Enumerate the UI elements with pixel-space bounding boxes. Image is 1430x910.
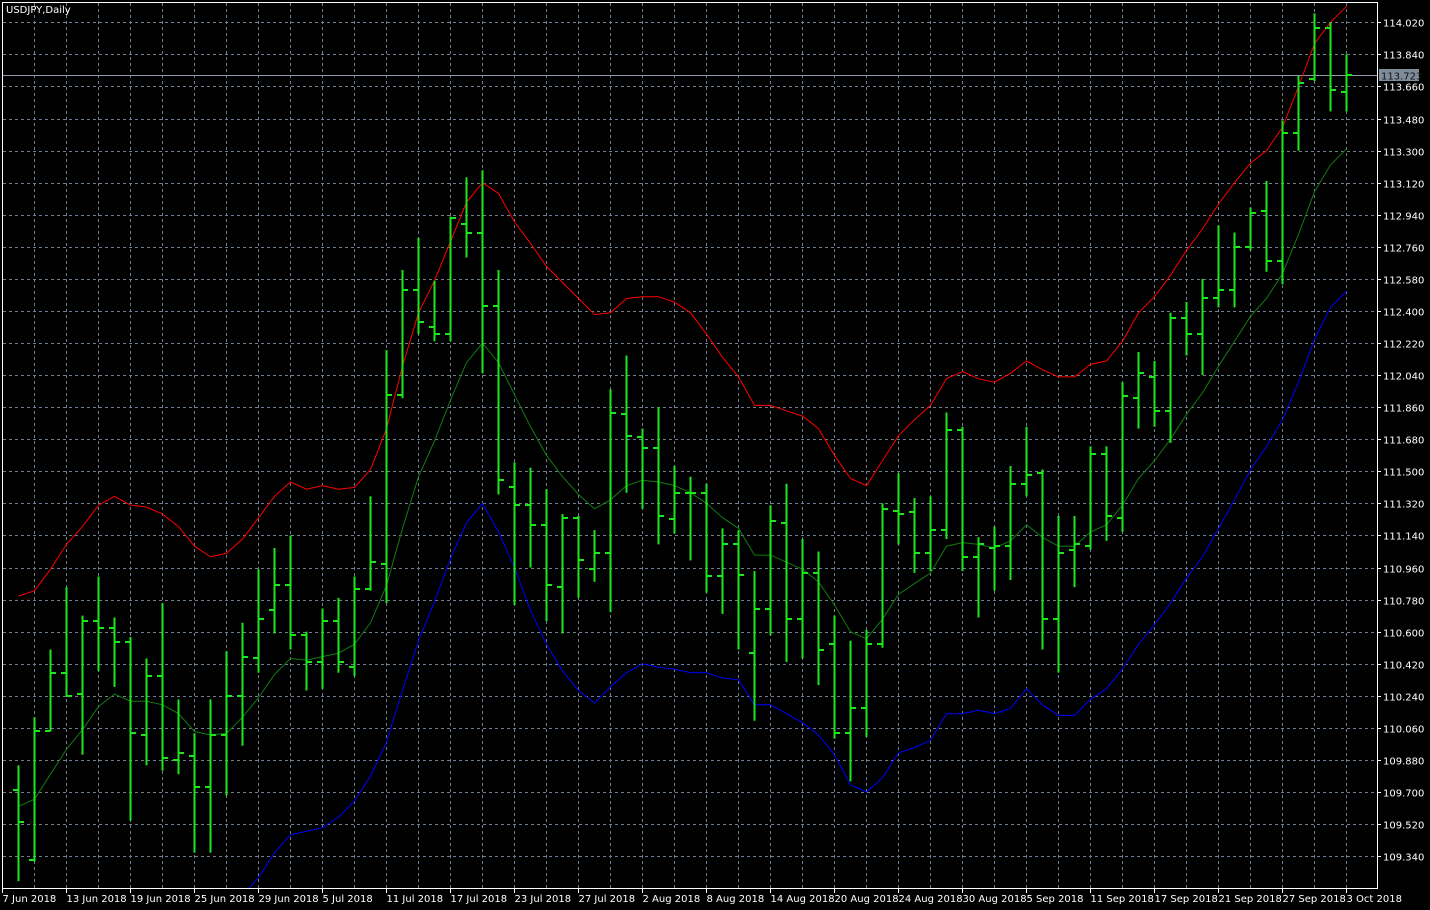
y-tick-label: 112.760 bbox=[1383, 244, 1424, 255]
current-price-tag: 113.723 bbox=[1379, 69, 1422, 83]
x-tick-label: 3 Oct 2018 bbox=[1347, 894, 1402, 905]
x-tick-label: 17 Jul 2018 bbox=[451, 894, 508, 905]
y-tick-label: 109.700 bbox=[1383, 789, 1424, 800]
x-tick-label: 8 Aug 2018 bbox=[707, 894, 765, 905]
y-tick-label: 111.500 bbox=[1383, 468, 1424, 479]
y-tick-label: 112.940 bbox=[1383, 212, 1424, 223]
y-tick-label: 110.960 bbox=[1383, 565, 1424, 576]
y-tick-label: 110.780 bbox=[1383, 597, 1424, 608]
x-tick-label: 21 Sep 2018 bbox=[1219, 894, 1282, 905]
y-tick-label: 111.320 bbox=[1383, 500, 1424, 511]
y-tick-label: 113.660 bbox=[1383, 83, 1424, 94]
y-tick-label: 109.880 bbox=[1383, 757, 1424, 768]
y-tick-label: 109.520 bbox=[1383, 821, 1424, 832]
y-tick-label: 110.060 bbox=[1383, 725, 1424, 736]
y-tick-label: 112.040 bbox=[1383, 372, 1424, 383]
x-tick-label: 7 Jun 2018 bbox=[3, 894, 57, 905]
x-tick-label: 25 Jun 2018 bbox=[195, 894, 255, 905]
y-tick-label: 109.340 bbox=[1383, 853, 1424, 864]
x-tick-label: 20 Aug 2018 bbox=[835, 894, 899, 905]
y-tick-label: 112.580 bbox=[1383, 276, 1424, 287]
y-tick-label: 110.600 bbox=[1383, 629, 1424, 640]
x-tick-label: 27 Sep 2018 bbox=[1283, 894, 1346, 905]
x-tick-label: 14 Aug 2018 bbox=[771, 894, 835, 905]
y-tick-label: 114.020 bbox=[1383, 19, 1424, 30]
x-tick-label: 27 Jul 2018 bbox=[579, 894, 636, 905]
x-tick-label: 11 Jul 2018 bbox=[387, 894, 444, 905]
current-price-label: 113.723 bbox=[1381, 72, 1422, 83]
y-tick-label: 112.400 bbox=[1383, 308, 1424, 319]
y-tick-label: 110.420 bbox=[1383, 661, 1424, 672]
y-tick-label: 113.480 bbox=[1383, 116, 1424, 127]
y-tick-label: 111.860 bbox=[1383, 404, 1424, 415]
x-tick-label: 19 Jun 2018 bbox=[131, 894, 191, 905]
chart-background bbox=[0, 0, 1430, 910]
y-tick-label: 111.680 bbox=[1383, 436, 1424, 447]
y-tick-label: 111.140 bbox=[1383, 532, 1424, 543]
y-tick-label: 110.240 bbox=[1383, 693, 1424, 704]
x-tick-label: 11 Sep 2018 bbox=[1091, 894, 1154, 905]
y-tick-label: 113.120 bbox=[1383, 180, 1424, 191]
y-tick-label: 113.300 bbox=[1383, 148, 1424, 159]
x-tick-label: 5 Sep 2018 bbox=[1027, 894, 1084, 905]
x-tick-label: 17 Sep 2018 bbox=[1155, 894, 1218, 905]
x-tick-label: 29 Jun 2018 bbox=[259, 894, 319, 905]
x-tick-label: 5 Jul 2018 bbox=[323, 894, 373, 905]
y-tick-label: 112.220 bbox=[1383, 340, 1424, 351]
x-tick-label: 24 Aug 2018 bbox=[899, 894, 963, 905]
x-tick-label: 23 Jul 2018 bbox=[515, 894, 572, 905]
y-tick-label: 113.840 bbox=[1383, 51, 1424, 62]
x-tick-label: 2 Aug 2018 bbox=[643, 894, 701, 905]
chart-title: USDJPY,Daily bbox=[6, 5, 71, 16]
x-tick-label: 30 Aug 2018 bbox=[963, 894, 1027, 905]
price-chart[interactable]: USDJPY,Daily 114.020 113.840 113.660 113.48… bbox=[0, 0, 1430, 910]
x-tick-label: 13 Jun 2018 bbox=[67, 894, 127, 905]
